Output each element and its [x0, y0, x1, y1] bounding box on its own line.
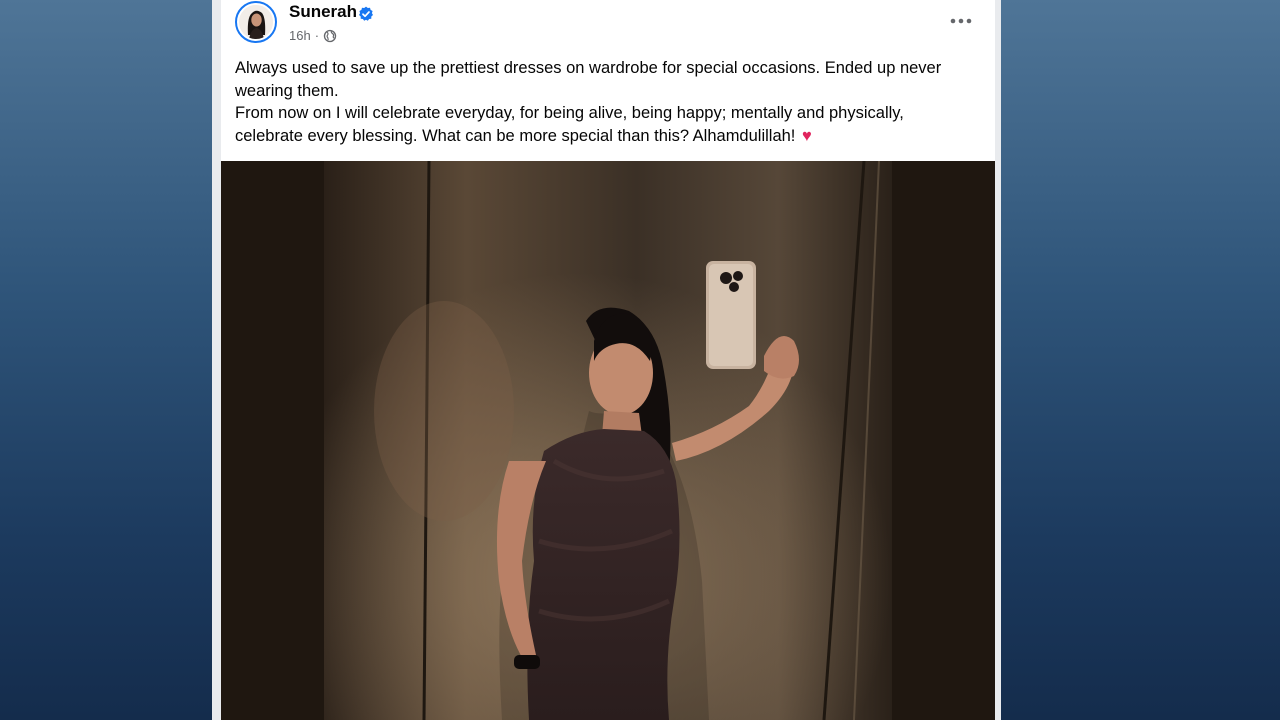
caption-line-2: From now on I will celebrate everyday, f… — [235, 102, 975, 147]
verified-badge-icon — [359, 6, 373, 21]
facebook-post: Sunerah 16h · Always used to save up the… — [221, 0, 995, 720]
post-caption: Always used to save up the prettiest dre… — [235, 57, 975, 147]
author-avatar[interactable] — [235, 1, 277, 43]
more-options-button[interactable] — [947, 10, 975, 32]
post-media — [221, 161, 995, 720]
globe-icon[interactable] — [323, 29, 337, 43]
more-options-icon — [950, 18, 972, 24]
red-heart-emoji: ♥ — [801, 126, 812, 145]
post-meta: 16h · — [289, 28, 337, 43]
meta-separator: · — [314, 28, 320, 43]
avatar-image — [239, 5, 273, 39]
post-photo[interactable] — [324, 161, 892, 720]
post-timestamp[interactable]: 16h — [289, 28, 311, 43]
author-name[interactable]: Sunerah — [289, 2, 357, 22]
caption-line-1: Always used to save up the prettiest dre… — [235, 59, 942, 100]
